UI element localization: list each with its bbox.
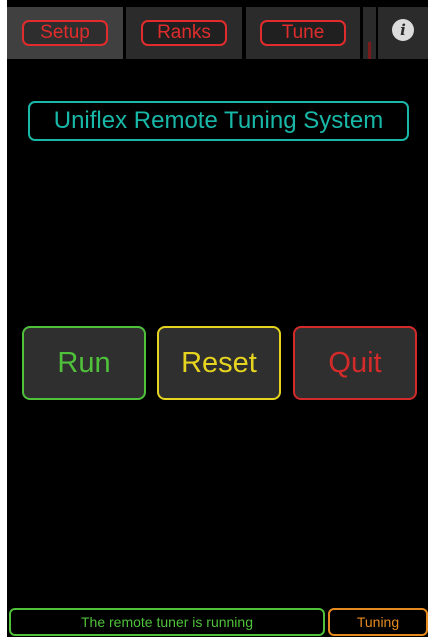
tab-setup-label: Setup [22,20,108,46]
tab-ranks[interactable]: Ranks [126,7,242,59]
info-icon: i [392,19,414,41]
run-button[interactable]: Run [22,326,146,400]
tab-overflow-indicator [368,42,371,59]
app-title: Uniflex Remote Tuning System [28,101,409,141]
tab-setup[interactable]: Setup [7,7,123,59]
tab-tune[interactable]: Tune [246,7,360,59]
reset-button[interactable]: Reset [157,326,281,400]
mode-badge: Tuning [328,608,428,636]
tab-ranks-label: Ranks [141,20,227,46]
app-screen [7,0,428,637]
quit-button[interactable]: Quit [293,326,417,400]
tab-overflow[interactable] [363,7,376,59]
status-message: The remote tuner is running [9,608,325,636]
tab-tune-label: Tune [260,20,346,46]
info-tab[interactable]: i [378,7,428,59]
